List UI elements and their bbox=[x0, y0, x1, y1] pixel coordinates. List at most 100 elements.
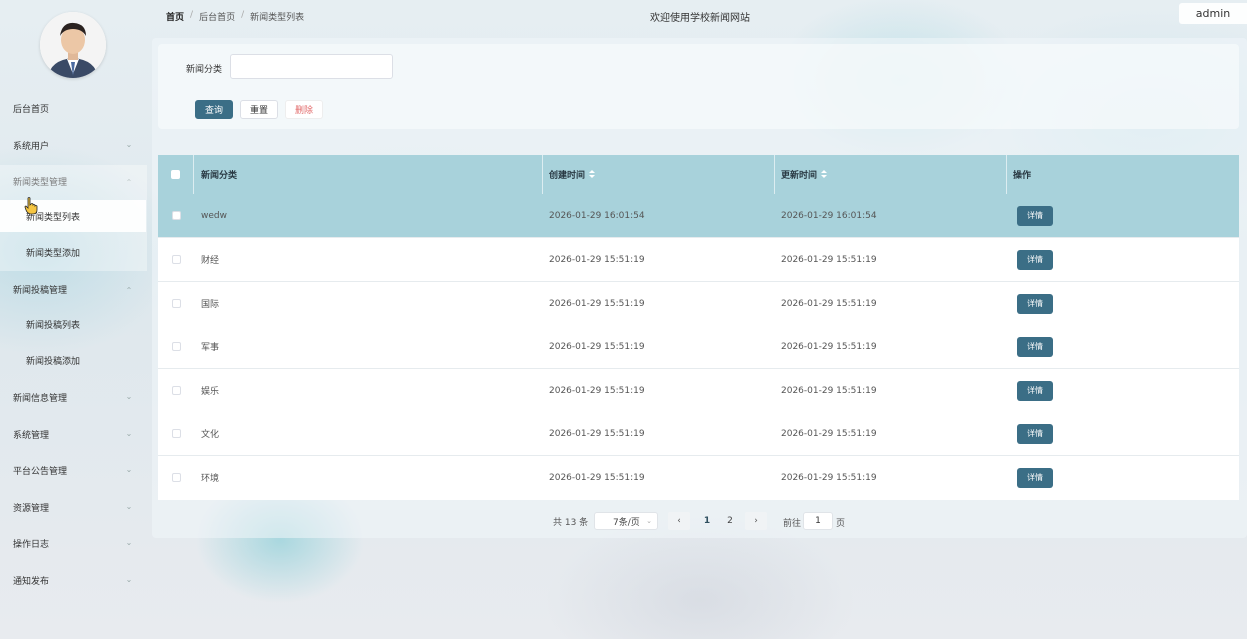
sidebar-subitem-news-type-add[interactable]: 新闻类型添加 bbox=[0, 236, 146, 268]
sidebar-item-label: 新闻类型添加 bbox=[26, 248, 81, 259]
detail-button[interactable]: 详情 bbox=[1017, 249, 1053, 270]
row-checkbox[interactable] bbox=[171, 473, 181, 482]
news-type-table: 新闻分类 创建时间 更新时间 操作 wedw 2026-01-29 16:01:… bbox=[158, 155, 1239, 500]
sort-icon[interactable] bbox=[821, 170, 828, 179]
breadcrumb: 首页 / 后台首页 / 新闻类型列表 bbox=[166, 10, 304, 23]
prev-page-button[interactable]: ‹ bbox=[668, 512, 690, 530]
row-checkbox[interactable] bbox=[171, 342, 181, 351]
delete-button[interactable]: 删除 bbox=[285, 100, 323, 119]
cell-category: 国际 bbox=[201, 300, 220, 310]
column-header-updated[interactable]: 更新时间 bbox=[775, 155, 1007, 194]
page-number[interactable]: 2 bbox=[720, 512, 740, 530]
select-all-checkbox[interactable] bbox=[171, 170, 180, 179]
breadcrumb-current: 新闻类型列表 bbox=[250, 13, 305, 23]
cell-category: 军事 bbox=[201, 343, 220, 353]
chevron-down-icon: ⌄ bbox=[125, 575, 133, 584]
column-header-label: 更新时间 bbox=[781, 171, 818, 181]
sidebar-item-system-users[interactable]: 系统用户 ⌄ bbox=[0, 131, 148, 159]
column-header-label: 创建时间 bbox=[549, 171, 586, 181]
cell-created: 2026-01-29 15:51:19 bbox=[549, 385, 645, 396]
sidebar-item-news-submission-mgmt[interactable]: 新闻投稿管理 ⌃ bbox=[0, 275, 148, 303]
chevron-right-icon: › bbox=[754, 516, 758, 526]
cell-updated: 2026-01-29 15:51:19 bbox=[781, 472, 877, 483]
chevron-down-icon: ⌄ bbox=[125, 429, 133, 438]
cell-created: 2026-01-29 15:51:19 bbox=[549, 472, 645, 483]
chevron-down-icon: ⌄ bbox=[125, 392, 133, 401]
goto-label: 前往 bbox=[783, 519, 802, 529]
row-checkbox[interactable] bbox=[171, 429, 181, 438]
detail-button[interactable]: 详情 bbox=[1017, 293, 1053, 314]
table-row[interactable]: 财经 2026-01-29 15:51:19 2026-01-29 15:51:… bbox=[158, 238, 1239, 282]
table-row[interactable]: 文化 2026-01-29 15:51:19 2026-01-29 15:51:… bbox=[158, 412, 1239, 456]
column-header-category: 新闻分类 bbox=[194, 155, 543, 194]
sidebar-item-label: 新闻投稿列表 bbox=[26, 320, 81, 331]
breadcrumb-home[interactable]: 首页 bbox=[166, 10, 184, 23]
sidebar-item-label: 通知发布 bbox=[13, 576, 50, 587]
sidebar-item-label: 系统用户 bbox=[13, 141, 50, 152]
news-category-search-input[interactable] bbox=[230, 54, 393, 79]
chevron-down-icon: ⌄ bbox=[125, 502, 133, 511]
column-header-created[interactable]: 创建时间 bbox=[543, 155, 775, 194]
sidebar-item-announcement-mgmt[interactable]: 平台公告管理 ⌄ bbox=[0, 456, 148, 484]
row-checkbox[interactable] bbox=[171, 299, 181, 308]
detail-button[interactable]: 详情 bbox=[1017, 380, 1053, 401]
sidebar-item-system-mgmt[interactable]: 系统管理 ⌄ bbox=[0, 420, 148, 448]
page-size-select[interactable]: 7条/页 ⌄ bbox=[594, 512, 658, 530]
sidebar-item-label: 资源管理 bbox=[13, 503, 50, 514]
sidebar-item-label: 平台公告管理 bbox=[13, 466, 68, 477]
detail-button[interactable]: 详情 bbox=[1017, 336, 1053, 357]
reset-button[interactable]: 重置 bbox=[240, 100, 278, 119]
table-row[interactable]: wedw 2026-01-29 16:01:54 2026-01-29 16:0… bbox=[158, 194, 1239, 238]
table-header: 新闻分类 创建时间 更新时间 操作 bbox=[158, 155, 1239, 194]
table-row[interactable]: 军事 2026-01-29 15:51:19 2026-01-29 15:51:… bbox=[158, 325, 1239, 369]
avatar-image bbox=[40, 12, 106, 78]
pagination-total: 共 13 条 bbox=[553, 517, 589, 528]
sidebar-item-label: 操作日志 bbox=[13, 539, 50, 550]
query-button[interactable]: 查询 bbox=[195, 100, 233, 119]
breadcrumb-separator: / bbox=[241, 10, 245, 20]
cell-category: wedw bbox=[201, 210, 227, 221]
sidebar-subitem-news-submission-list[interactable]: 新闻投稿列表 bbox=[0, 308, 146, 340]
detail-button[interactable]: 详情 bbox=[1017, 205, 1053, 226]
table-row[interactable]: 娱乐 2026-01-29 15:51:19 2026-01-29 15:51:… bbox=[158, 369, 1239, 413]
sidebar-item-operation-log[interactable]: 操作日志 ⌄ bbox=[0, 529, 148, 557]
cell-updated: 2026-01-29 15:51:19 bbox=[781, 341, 877, 352]
detail-button[interactable]: 详情 bbox=[1017, 467, 1053, 488]
site-title: 欢迎使用学校新闻网站 bbox=[650, 13, 750, 24]
user-menu[interactable]: admin bbox=[1179, 3, 1247, 24]
chevron-up-icon: ⌃ bbox=[125, 286, 133, 295]
table-row[interactable]: 国际 2026-01-29 15:51:19 2026-01-29 15:51:… bbox=[158, 282, 1239, 326]
cell-updated: 2026-01-29 15:51:19 bbox=[781, 254, 877, 265]
next-page-button[interactable]: › bbox=[745, 512, 767, 530]
chevron-down-icon: ⌄ bbox=[125, 140, 133, 149]
sidebar-item-label: 后台首页 bbox=[13, 104, 50, 115]
sidebar-subitem-news-type-list[interactable]: 新闻类型列表 bbox=[0, 200, 146, 232]
cell-created: 2026-01-29 15:51:19 bbox=[549, 341, 645, 352]
sidebar-subitem-news-submission-add[interactable]: 新闻投稿添加 bbox=[0, 344, 146, 376]
cell-created: 2026-01-29 15:51:19 bbox=[549, 428, 645, 439]
sidebar-item-dashboard[interactable]: 后台首页 bbox=[0, 94, 148, 122]
page-suffix-label: 页 bbox=[836, 519, 846, 529]
row-checkbox[interactable] bbox=[171, 386, 181, 395]
sidebar-item-resource-mgmt[interactable]: 资源管理 ⌄ bbox=[0, 493, 148, 521]
sidebar-item-notification[interactable]: 通知发布 ⌄ bbox=[0, 566, 148, 594]
table-row[interactable]: 环境 2026-01-29 15:51:19 2026-01-29 15:51:… bbox=[158, 456, 1239, 500]
detail-button[interactable]: 详情 bbox=[1017, 423, 1053, 444]
row-checkbox[interactable] bbox=[171, 211, 181, 220]
avatar[interactable] bbox=[40, 12, 106, 78]
cell-category: 环境 bbox=[201, 474, 220, 484]
cell-category: 财经 bbox=[201, 256, 220, 266]
breadcrumb-dashboard[interactable]: 后台首页 bbox=[199, 10, 235, 23]
page-number[interactable]: 1 bbox=[697, 512, 717, 530]
chevron-down-icon: ⌄ bbox=[125, 465, 133, 474]
cell-created: 2026-01-29 16:01:54 bbox=[549, 210, 645, 221]
cell-created: 2026-01-29 15:51:19 bbox=[549, 298, 645, 309]
row-checkbox[interactable] bbox=[171, 255, 181, 264]
goto-page-input[interactable] bbox=[803, 512, 833, 530]
username: admin bbox=[1195, 7, 1231, 20]
chevron-down-icon: ⌄ bbox=[125, 538, 133, 547]
sidebar-item-label: 新闻投稿添加 bbox=[26, 356, 81, 367]
sidebar-item-news-info-mgmt[interactable]: 新闻信息管理 ⌄ bbox=[0, 383, 148, 411]
cell-category: 娱乐 bbox=[201, 387, 220, 397]
sort-icon[interactable] bbox=[589, 170, 596, 179]
